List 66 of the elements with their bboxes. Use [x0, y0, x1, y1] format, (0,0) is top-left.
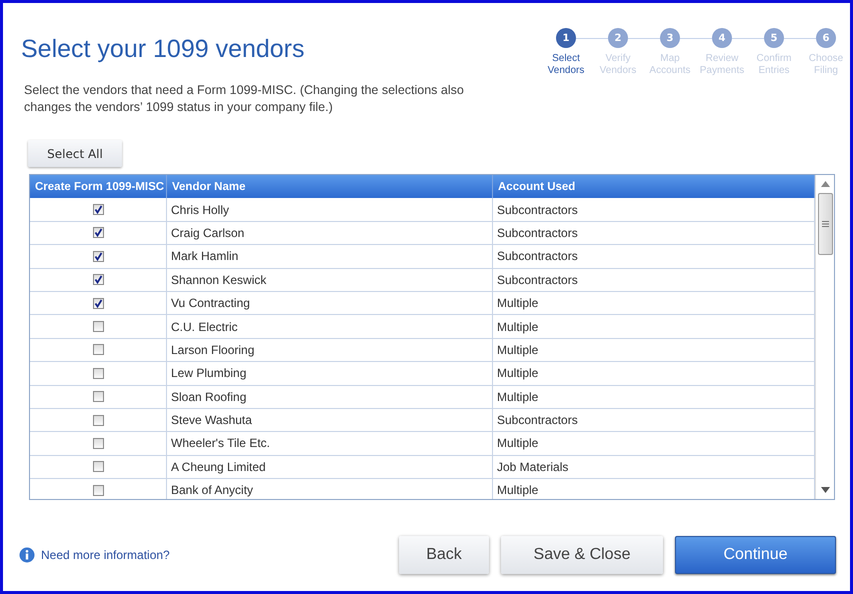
- checkbox[interactable]: [92, 344, 104, 356]
- table-cell: Multiple: [493, 362, 815, 386]
- table-cell: Multiple: [493, 432, 815, 456]
- step-number: 2: [608, 28, 628, 48]
- step-label: Confirm Entries: [755, 53, 792, 77]
- grip-icon: [822, 221, 828, 227]
- scroll-thumb[interactable]: [818, 193, 832, 255]
- description: Select the vendors that need a Form 1099-MISC. (Changing the selections also changes the vendors’ 1099 status in your company file.): [24, 82, 464, 116]
- info-icon: [19, 547, 35, 563]
- table-cell: Job Materials: [493, 456, 815, 480]
- table-cell: Larson Flooring: [167, 338, 493, 362]
- table-cell: Subcontractors: [493, 408, 815, 432]
- table-cell: A Cheung Limited: [167, 456, 493, 480]
- step-label: Map Accounts: [648, 53, 692, 77]
- table-cell: Bank of Anycity: [167, 479, 493, 499]
- table-cell: Subcontractors: [493, 222, 815, 246]
- table-cell: Multiple: [493, 338, 815, 362]
- column-header[interactable]: Create Form 1099-MISC: [30, 175, 167, 198]
- step-label: Verify Vendors: [598, 53, 638, 77]
- step-number: 1: [556, 28, 576, 48]
- table-cell: Lew Plumbing: [167, 362, 493, 386]
- table-cell: Multiple: [493, 386, 815, 409]
- checkbox[interactable]: [92, 298, 104, 309]
- help-link[interactable]: Need more information?: [41, 548, 170, 562]
- checkbox[interactable]: [92, 227, 104, 238]
- checkbox[interactable]: [92, 368, 104, 379]
- checkbox[interactable]: [92, 391, 104, 402]
- continue-button[interactable]: Continue: [675, 536, 836, 574]
- scroll-up-icon[interactable]: [820, 181, 830, 187]
- step-label: Review Payments: [698, 53, 746, 77]
- step-label: Choose Filing: [808, 53, 844, 77]
- step-number: 4: [712, 28, 732, 48]
- checkbox[interactable]: [92, 204, 104, 216]
- checkbox[interactable]: [92, 321, 104, 332]
- table-cell: Multiple: [493, 315, 815, 339]
- column-header[interactable]: Vendor Name: [167, 175, 493, 198]
- checkbox[interactable]: [92, 250, 104, 262]
- step-number: 5: [764, 28, 784, 48]
- checkbox[interactable]: [92, 438, 104, 449]
- checkbox[interactable]: [92, 274, 104, 286]
- checkbox[interactable]: [92, 461, 104, 472]
- table-cell: Subcontractors: [493, 245, 815, 269]
- select-all-button[interactable]: Select All: [28, 140, 122, 167]
- nav-button[interactable]: Save & Close: [501, 536, 663, 574]
- table-cell: Mark Hamlin: [167, 245, 493, 269]
- table-cell: Subcontractors: [493, 268, 815, 292]
- table-cell: Steve Washuta: [167, 408, 493, 432]
- step-number: 3: [660, 28, 680, 48]
- table-cell: Multiple: [493, 292, 815, 316]
- table-cell: Sloan Roofing: [167, 386, 493, 409]
- scrollbar[interactable]: [815, 175, 834, 499]
- table-cell: C.U. Electric: [167, 315, 493, 339]
- table-cell: Chris Holly: [167, 198, 493, 222]
- step-number: 6: [816, 28, 836, 48]
- table-cell: Shannon Keswick: [167, 268, 493, 292]
- table-cell: Subcontractors: [493, 198, 815, 222]
- step-label: Select Vendors: [546, 53, 586, 77]
- table-cell: Craig Carlson: [167, 222, 493, 246]
- checkbox[interactable]: [92, 484, 104, 496]
- nav-button[interactable]: Back: [399, 536, 489, 574]
- page-title: Select your 1099 vendors: [21, 35, 306, 64]
- table-cell: Wheeler's Tile Etc.: [167, 432, 493, 456]
- column-header[interactable]: Account Used: [493, 175, 815, 198]
- scroll-down-icon[interactable]: [820, 487, 830, 493]
- table-cell: Vu Contracting: [167, 292, 493, 316]
- checkbox[interactable]: [92, 414, 104, 426]
